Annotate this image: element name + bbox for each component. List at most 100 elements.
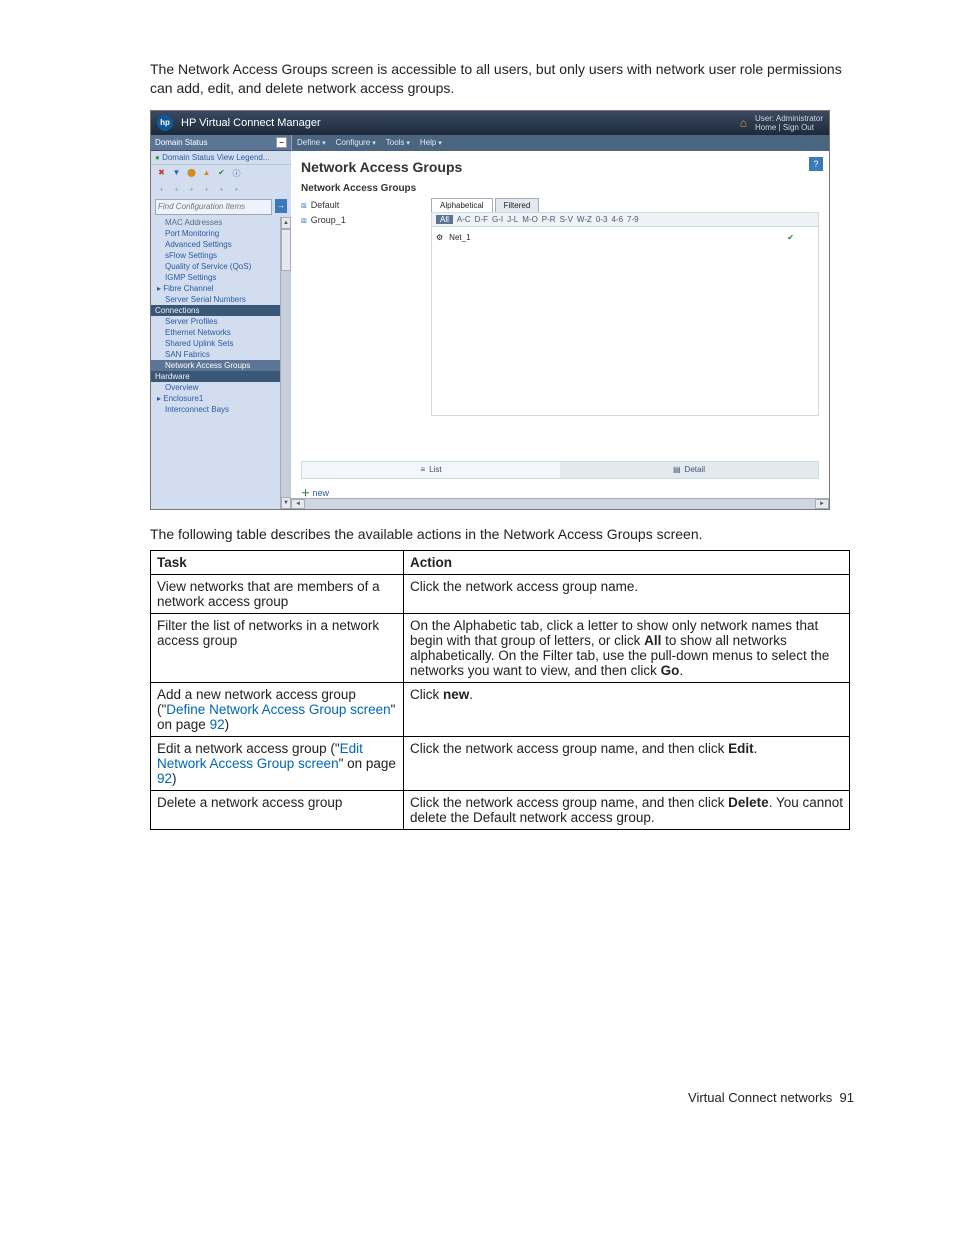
filter-icon[interactable]: ▼ [172, 168, 181, 179]
left-sidebar: Domain Status − ● Domain Status View Leg… [151, 135, 292, 509]
action-filter: On the Alphabetic tab, click a letter to… [404, 613, 850, 682]
scroll-up-icon[interactable]: ▲ [281, 217, 291, 229]
sidebar-header: Domain Status − [151, 135, 291, 151]
page-footer: Virtual Connect networks 91 [150, 1090, 854, 1105]
screenshot-panel: hp HP Virtual Connect Manager ⌂ User: Ad… [150, 110, 830, 510]
action-add: Click new. [404, 682, 850, 736]
sidebar-scrollbar[interactable]: ▲ ▼ [280, 217, 291, 509]
menu-tools[interactable]: Tools [386, 138, 410, 147]
alpha-sv[interactable]: S-V [560, 215, 573, 224]
following-paragraph: The following table describes the availa… [150, 526, 854, 542]
scroll-down-icon[interactable]: ▼ [281, 497, 291, 509]
horizontal-scrollbar[interactable]: ◄ ► [291, 498, 829, 509]
app-titlebar: hp HP Virtual Connect Manager ⌂ User: Ad… [151, 111, 829, 135]
nav-section-hardware[interactable]: Hardware [151, 371, 291, 382]
nav-fibre-channel[interactable]: ▸ Fibre Channel [151, 283, 291, 294]
status-icon-row: ✖ ▼ ⬤ ▲ ✔ ⓘ [151, 165, 291, 182]
warning-icon[interactable]: ▲ [202, 168, 211, 179]
nav-san-fabrics[interactable]: SAN Fabrics [151, 349, 291, 360]
group-default[interactable]: ⧈Default [301, 198, 421, 213]
nav-advanced-settings[interactable]: Advanced Settings [151, 239, 291, 250]
menu-configure[interactable]: Configure [336, 138, 376, 147]
menu-define[interactable]: Define [297, 138, 326, 147]
tab-filtered[interactable]: Filtered [495, 198, 540, 212]
alert-icon[interactable]: ⬤ [187, 168, 196, 179]
nav-server-profiles[interactable]: Server Profiles [151, 316, 291, 327]
status-ok-icon: ✔ [787, 233, 794, 242]
group-icon: ⧈ [301, 200, 307, 211]
menu-bar: Define Configure Tools Help [291, 135, 829, 151]
ok-icon[interactable]: ✔ [217, 168, 226, 179]
network-row-net1[interactable]: ⚙ Net_1 ✔ [436, 231, 814, 244]
help-icon[interactable]: ? [809, 157, 823, 171]
alpha-df[interactable]: D-F [475, 215, 488, 224]
error-icon[interactable]: ✖ [157, 168, 166, 179]
nav-network-access-groups[interactable]: Network Access Groups [151, 360, 291, 371]
alpha-03[interactable]: 0-3 [596, 215, 608, 224]
scroll-right-icon[interactable]: ► [815, 499, 829, 509]
user-info: User: Administrator Home | Sign Out [755, 114, 823, 132]
home-icon[interactable]: ⌂ [740, 116, 747, 130]
plus-icon: ＋ [301, 488, 310, 498]
home-signout-links[interactable]: Home | Sign Out [755, 123, 823, 132]
nav-section-connections[interactable]: Connections [151, 305, 291, 316]
view-detail-button[interactable]: ▤Detail [560, 462, 818, 478]
nav-tree: ▲ ▼ MAC Addresses Port Monitoring Advanc… [151, 217, 291, 509]
find-input[interactable] [155, 199, 272, 215]
link-define-nag[interactable]: Define Network Access Group screen [166, 702, 390, 717]
nav-interconnect-bays[interactable]: Interconnect Bays [151, 404, 291, 415]
action-delete: Click the network access group name, and… [404, 790, 850, 829]
link-page-92a[interactable]: 92 [210, 717, 225, 732]
group-icon: ⧈ [301, 215, 307, 226]
intro-paragraph: The Network Access Groups screen is acce… [150, 60, 854, 98]
nav-enclosure1[interactable]: ▸ Enclosure1 [151, 393, 291, 404]
alpha-ac[interactable]: A-C [457, 215, 471, 224]
count-row: •••••• [151, 182, 291, 197]
nav-server-serials[interactable]: Server Serial Numbers [151, 294, 291, 305]
nav-igmp[interactable]: IGMP Settings [151, 272, 291, 283]
find-go-button[interactable]: → [275, 199, 287, 213]
group-list: ⧈Default ⧈Group_1 [301, 198, 421, 416]
list-icon: ≡ [420, 465, 425, 474]
alpha-79[interactable]: 7-9 [627, 215, 639, 224]
alpha-46[interactable]: 4-6 [611, 215, 623, 224]
scroll-thumb[interactable] [281, 229, 291, 271]
nav-qos[interactable]: Quality of Service (QoS) [151, 261, 291, 272]
section-title: Network Access Groups [301, 183, 819, 194]
scroll-left-icon[interactable]: ◄ [291, 499, 305, 509]
task-view: View networks that are members of a netw… [151, 574, 404, 613]
action-view: Click the network access group name. [404, 574, 850, 613]
menu-help[interactable]: Help [420, 138, 442, 147]
domain-status-link[interactable]: ● Domain Status View Legend... [151, 151, 291, 165]
group-group1[interactable]: ⧈Group_1 [301, 213, 421, 228]
info-icon[interactable]: ⓘ [232, 168, 241, 179]
actions-table: Task Action View networks that are membe… [150, 550, 850, 830]
alpha-gi[interactable]: G-I [492, 215, 503, 224]
collapse-icon[interactable]: − [276, 137, 287, 148]
nav-port-monitoring[interactable]: Port Monitoring [151, 228, 291, 239]
task-add: Add a new network access group ("Define … [151, 682, 404, 736]
page-title: Network Access Groups [301, 159, 819, 175]
alpha-all[interactable]: All [436, 215, 453, 224]
alpha-wz[interactable]: W-Z [577, 215, 592, 224]
nav-mac-addresses[interactable]: MAC Addresses [151, 217, 291, 228]
nav-shared-uplink[interactable]: Shared Uplink Sets [151, 338, 291, 349]
nav-sflow[interactable]: sFlow Settings [151, 250, 291, 261]
detail-icon: ▤ [673, 465, 681, 474]
col-task: Task [151, 550, 404, 574]
task-delete: Delete a network access group [151, 790, 404, 829]
alpha-jl[interactable]: J-L [507, 215, 518, 224]
alpha-mo[interactable]: M-O [522, 215, 538, 224]
task-filter: Filter the list of networks in a network… [151, 613, 404, 682]
alpha-pr[interactable]: P-R [542, 215, 556, 224]
view-toggle-bar: ≡List ▤Detail [301, 461, 819, 479]
view-list-button[interactable]: ≡List [302, 462, 560, 478]
tab-alphabetical[interactable]: Alphabetical [431, 198, 493, 212]
col-action: Action [404, 550, 850, 574]
alpha-filter-row: All A-C D-F G-I J-L M-O P-R S-V W-Z 0-3 … [431, 212, 819, 226]
link-page-92b[interactable]: 92 [157, 771, 172, 786]
action-edit: Click the network access group name, and… [404, 736, 850, 790]
hp-logo-icon: hp [157, 115, 173, 131]
nav-overview[interactable]: Overview [151, 382, 291, 393]
nav-ethernet-networks[interactable]: Ethernet Networks [151, 327, 291, 338]
